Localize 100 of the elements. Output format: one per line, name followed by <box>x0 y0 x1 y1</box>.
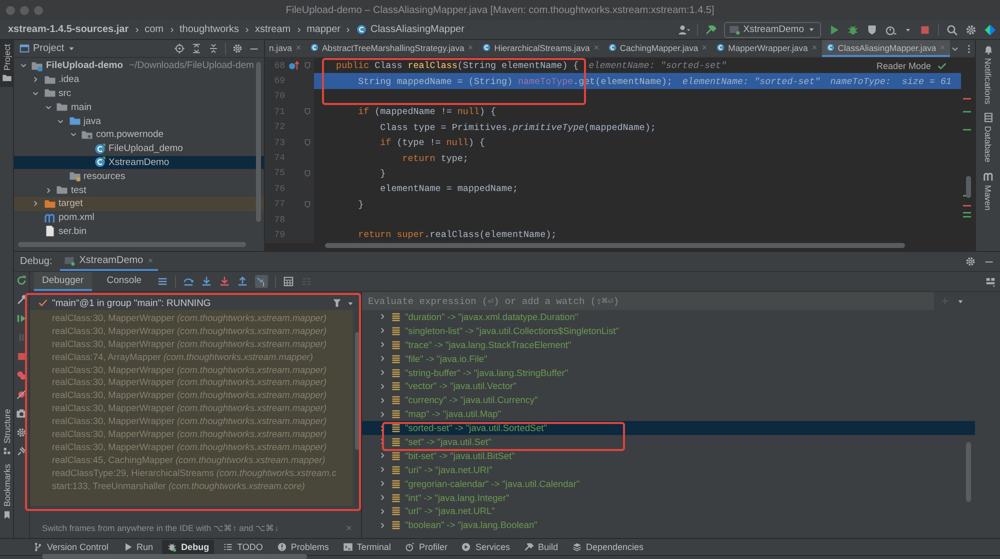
variable-row[interactable]: "boolean" -> "java.lang.Boolean" <box>362 518 975 532</box>
tool-window-tab[interactable]: Structure <box>0 404 14 460</box>
stop-icon[interactable] <box>919 24 931 36</box>
mute-breakpoints-icon[interactable] <box>16 389 27 400</box>
scrollbar[interactable] <box>18 242 246 247</box>
user-icon[interactable] <box>678 24 690 36</box>
locate-icon[interactable] <box>174 43 185 54</box>
step-out-icon[interactable] <box>236 276 248 287</box>
variable-row[interactable]: "uri" -> "java.net.URI" <box>362 462 975 477</box>
tree-item[interactable]: pom.xml <box>14 210 264 225</box>
tool-window-button[interactable]: Services <box>456 540 515 554</box>
close-icon[interactable] <box>592 44 600 51</box>
breakpoints-icon[interactable] <box>16 370 27 381</box>
tree-item[interactable]: .idea <box>14 72 264 87</box>
tool-window-tab[interactable]: Bookmarks <box>0 460 14 524</box>
settings-icon[interactable] <box>965 256 976 267</box>
tool-window-tab[interactable]: Project <box>0 40 14 88</box>
scrollbar[interactable] <box>355 332 360 450</box>
editor-tab[interactable]: n.java <box>265 40 306 57</box>
rerun-icon[interactable] <box>16 275 27 286</box>
fold-icon[interactable] <box>303 61 312 70</box>
pin-icon[interactable] <box>16 446 27 457</box>
editor-tab[interactable]: CachingMapper.java <box>604 40 712 57</box>
tool-window-button[interactable]: Dependencies <box>566 540 649 554</box>
close-icon[interactable] <box>345 524 353 532</box>
breadcrumb-item[interactable]: xstream-1.4.5-sources.jar <box>8 24 129 35</box>
calculator-icon[interactable] <box>282 276 294 287</box>
editor-tab[interactable]: HierarchicalStreams.java <box>478 40 604 57</box>
tree-item[interactable]: XstreamDemo <box>14 156 264 170</box>
close-icon[interactable] <box>810 44 818 51</box>
breadcrumb-item[interactable]: ClassAliasingMapper <box>356 24 464 35</box>
fold-icon[interactable] <box>303 138 312 148</box>
settings-icon[interactable] <box>232 43 243 54</box>
tool-window-button[interactable]: TODO <box>218 540 268 554</box>
collapse-all-icon[interactable] <box>208 43 219 54</box>
tool-window-button[interactable]: Terminal <box>338 540 396 554</box>
stop-icon[interactable] <box>16 351 27 362</box>
breadcrumb-item[interactable]: mapper <box>306 24 340 35</box>
scrollbar[interactable] <box>325 243 905 248</box>
run-configuration-dropdown[interactable]: XstreamDemo <box>724 22 821 38</box>
editor-tab[interactable]: MapperWrapper.java <box>712 40 822 57</box>
tree-item[interactable]: target <box>14 196 264 211</box>
variable-row[interactable]: "set" -> "java.util.Set" <box>362 435 975 449</box>
project-view-dropdown[interactable]: Project <box>19 43 168 54</box>
tool-window-button[interactable]: Run <box>118 540 158 554</box>
editor-tab[interactable]: ClassAliasingMapper.java <box>822 40 950 57</box>
tool-window-button[interactable]: Version Control <box>28 540 114 554</box>
variable-row[interactable]: "string-buffer" -> "java.lang.StringBuffer" <box>362 366 975 380</box>
tree-item[interactable]: ser.bin <box>14 224 264 238</box>
fold-icon[interactable] <box>303 168 312 178</box>
close-icon[interactable] <box>467 44 474 51</box>
reader-mode-link[interactable]: Reader Mode <box>876 61 931 71</box>
tree-item[interactable]: src <box>14 86 264 100</box>
debugger-tab[interactable]: Console <box>98 272 150 291</box>
close-icon[interactable] <box>701 44 708 51</box>
tree-item[interactable]: java <box>14 114 264 128</box>
tree-item[interactable]: main <box>14 100 264 114</box>
breadcrumb-item[interactable]: com <box>144 24 164 35</box>
variable-row[interactable]: "sorted-set" -> "java.util.SortedSet" <box>362 421 975 436</box>
scrollbar[interactable] <box>256 62 261 222</box>
variable-row[interactable]: "vector" -> "java.util.Vector" <box>362 379 975 394</box>
tree-item[interactable]: resources <box>14 169 264 184</box>
coverage-icon[interactable] <box>866 24 878 36</box>
wrench-icon[interactable] <box>16 294 27 305</box>
resume-icon[interactable] <box>16 313 27 324</box>
tool-window-tab[interactable]: Maven <box>982 170 994 210</box>
step-into-icon[interactable] <box>200 276 212 287</box>
tool-window-button[interactable]: Debug <box>162 540 214 554</box>
tree-item[interactable]: com.powernode <box>14 128 264 142</box>
scrollbar[interactable] <box>42 554 307 559</box>
scrollbar[interactable] <box>966 176 971 198</box>
layout-icon[interactable] <box>985 276 996 287</box>
hammer-icon[interactable] <box>705 24 718 36</box>
variable-row[interactable]: "map" -> "java.util.Map" <box>362 407 975 422</box>
variable-row[interactable]: "singleton-list" -> "java.util.Collections$SingletonList" <box>362 324 975 338</box>
breadcrumb-item[interactable]: thoughtworks <box>180 24 240 35</box>
close-icon[interactable] <box>147 257 154 264</box>
variable-row[interactable]: "gregorian-calendar" -> "java.util.Calendar" <box>362 476 975 491</box>
search-icon[interactable] <box>946 24 958 36</box>
breadcrumb-item[interactable]: xstream <box>255 24 291 35</box>
expand-all-icon[interactable] <box>191 43 202 54</box>
filter-icon[interactable] <box>332 298 342 308</box>
variable-row[interactable]: "url" -> "java.net.URL" <box>362 504 975 518</box>
logo-icon[interactable] <box>984 24 996 36</box>
tool-window-button[interactable]: Problems <box>272 540 334 554</box>
settings-icon[interactable] <box>16 427 27 438</box>
step-over-icon[interactable] <box>182 276 194 287</box>
tool-window-button[interactable]: Build <box>518 540 563 554</box>
menu-icon[interactable] <box>156 276 168 287</box>
profiler-icon[interactable] <box>885 24 897 36</box>
editor-tab[interactable]: AbstractTreeMarshallingStrategy.java <box>306 40 478 57</box>
override-icon[interactable] <box>288 60 298 72</box>
watch-field[interactable]: Evaluate expression (⏎) or add a watch (⇧⌘⏎) <box>362 292 934 310</box>
variable-row[interactable]: "file" -> "java.io.File" <box>362 352 975 366</box>
variable-row[interactable]: "currency" -> "java.util.Currency" <box>362 393 975 408</box>
fold-icon[interactable] <box>303 107 312 116</box>
debugger-tab[interactable]: Debugger <box>34 272 92 291</box>
variable-row[interactable]: "trace" -> "java.lang.StackTraceElement" <box>362 338 975 352</box>
scrollbar[interactable] <box>966 442 971 502</box>
variable-row[interactable]: "duration" -> "javax.xml.datatype.Duration" <box>362 310 975 324</box>
